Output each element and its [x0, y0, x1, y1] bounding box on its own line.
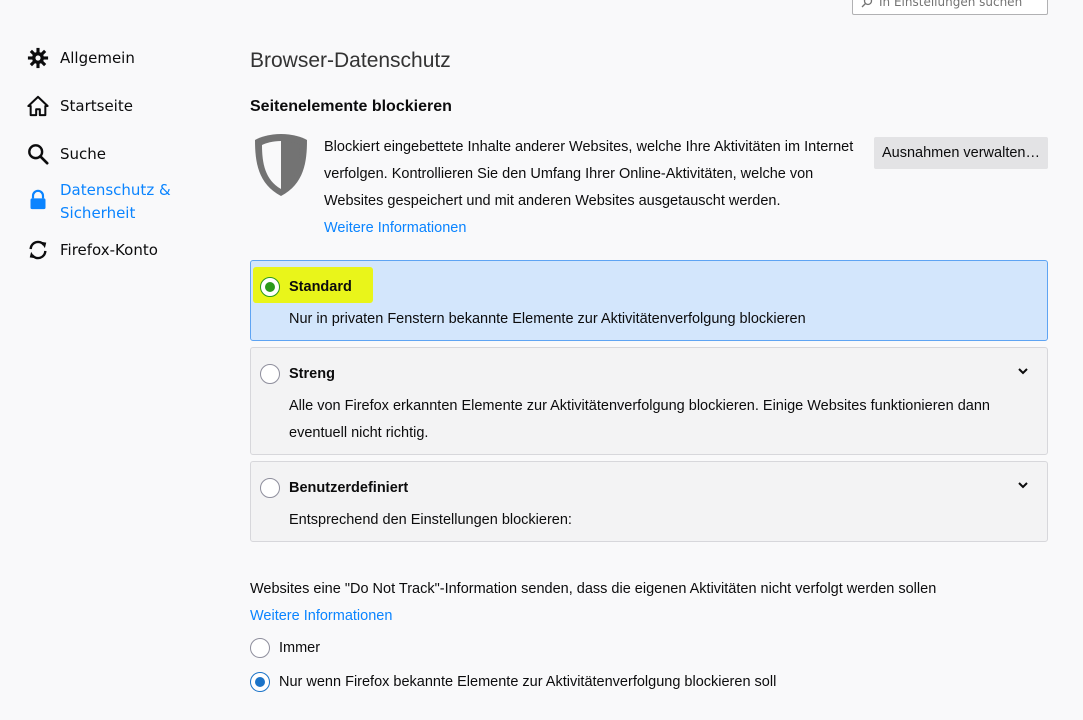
- sidebar-item-firefox-konto[interactable]: Firefox-Konto: [26, 238, 158, 262]
- sidebar-item-label: Allgemein: [60, 49, 135, 67]
- dnt-option-label: Immer: [279, 640, 321, 656]
- lock-icon: [26, 188, 50, 212]
- sidebar-item-label: Firefox-Konto: [60, 241, 158, 259]
- option-desc-benutzerdefiniert: Entsprechend den Einstellungen blockiere…: [289, 512, 572, 528]
- sidebar-item-suche[interactable]: Suche: [26, 142, 106, 166]
- sync-icon: [26, 238, 50, 262]
- option-desc-standard: Nur in privaten Fenstern bekannte Elemen…: [289, 311, 806, 327]
- sidebar-item-allgemein[interactable]: Allgemein: [26, 46, 135, 70]
- option-label-streng: Streng: [289, 366, 335, 382]
- gear-icon: [26, 46, 50, 70]
- dnt-option-label: Nur wenn Firefox bekannte Elemente zur A…: [279, 674, 777, 690]
- option-label-benutzerdefiniert: Benutzerdefiniert: [289, 480, 409, 496]
- radio-benutzerdefiniert[interactable]: [260, 478, 280, 498]
- search-input[interactable]: [879, 0, 1039, 9]
- settings-search-box[interactable]: [852, 0, 1048, 15]
- dnt-option-nur-wenn[interactable]: Nur wenn Firefox bekannte Elemente zur A…: [250, 672, 776, 692]
- option-benutzerdefiniert[interactable]: Benutzerdefiniert Entsprechend den Einst…: [250, 461, 1048, 542]
- page-title: Browser-Datenschutz: [250, 49, 451, 72]
- option-label-standard: Standard: [289, 279, 352, 295]
- search-icon: [26, 142, 50, 166]
- option-streng[interactable]: Streng Alle von Firefox erkannten Elemen…: [250, 347, 1048, 455]
- radio-dnt-nur-wenn[interactable]: [250, 672, 270, 692]
- sidebar-item-startseite[interactable]: Startseite: [26, 94, 133, 118]
- shield-icon: [252, 132, 310, 198]
- dnt-description: Websites eine "Do Not Track"-Information…: [250, 581, 937, 597]
- sidebar-item-datenschutz[interactable]: Datenschutz & Sicherheit: [26, 178, 180, 225]
- radio-standard[interactable]: [260, 277, 280, 297]
- sidebar-item-label: Suche: [60, 145, 107, 163]
- radio-dnt-immer[interactable]: [250, 638, 270, 658]
- option-desc-streng: Alle von Firefox erkannten Elemente zur …: [289, 398, 990, 441]
- sidebar-item-label: Startseite: [60, 97, 133, 115]
- chevron-down-icon[interactable]: [1017, 479, 1029, 491]
- chevron-down-icon[interactable]: [1017, 365, 1029, 377]
- sidebar-item-label: Datenschutz & Sicherheit: [60, 181, 171, 222]
- dnt-option-immer[interactable]: Immer: [250, 638, 320, 658]
- search-icon: [861, 0, 873, 8]
- home-icon: [26, 94, 50, 118]
- dnt-more-info-link[interactable]: Weitere Informationen: [250, 608, 392, 624]
- manage-exceptions-button[interactable]: Ausnahmen verwalten…: [874, 137, 1048, 169]
- section-title: Seitenelemente blockieren: [250, 98, 452, 115]
- option-standard[interactable]: Standard Nur in privaten Fenstern bekann…: [250, 260, 1048, 341]
- blocking-description: Blockiert eingebettete Inhalte anderer W…: [324, 134, 864, 242]
- radio-streng[interactable]: [260, 364, 280, 384]
- description-text: Blockiert eingebettete Inhalte anderer W…: [324, 139, 854, 209]
- more-info-link[interactable]: Weitere Informationen: [324, 215, 864, 242]
